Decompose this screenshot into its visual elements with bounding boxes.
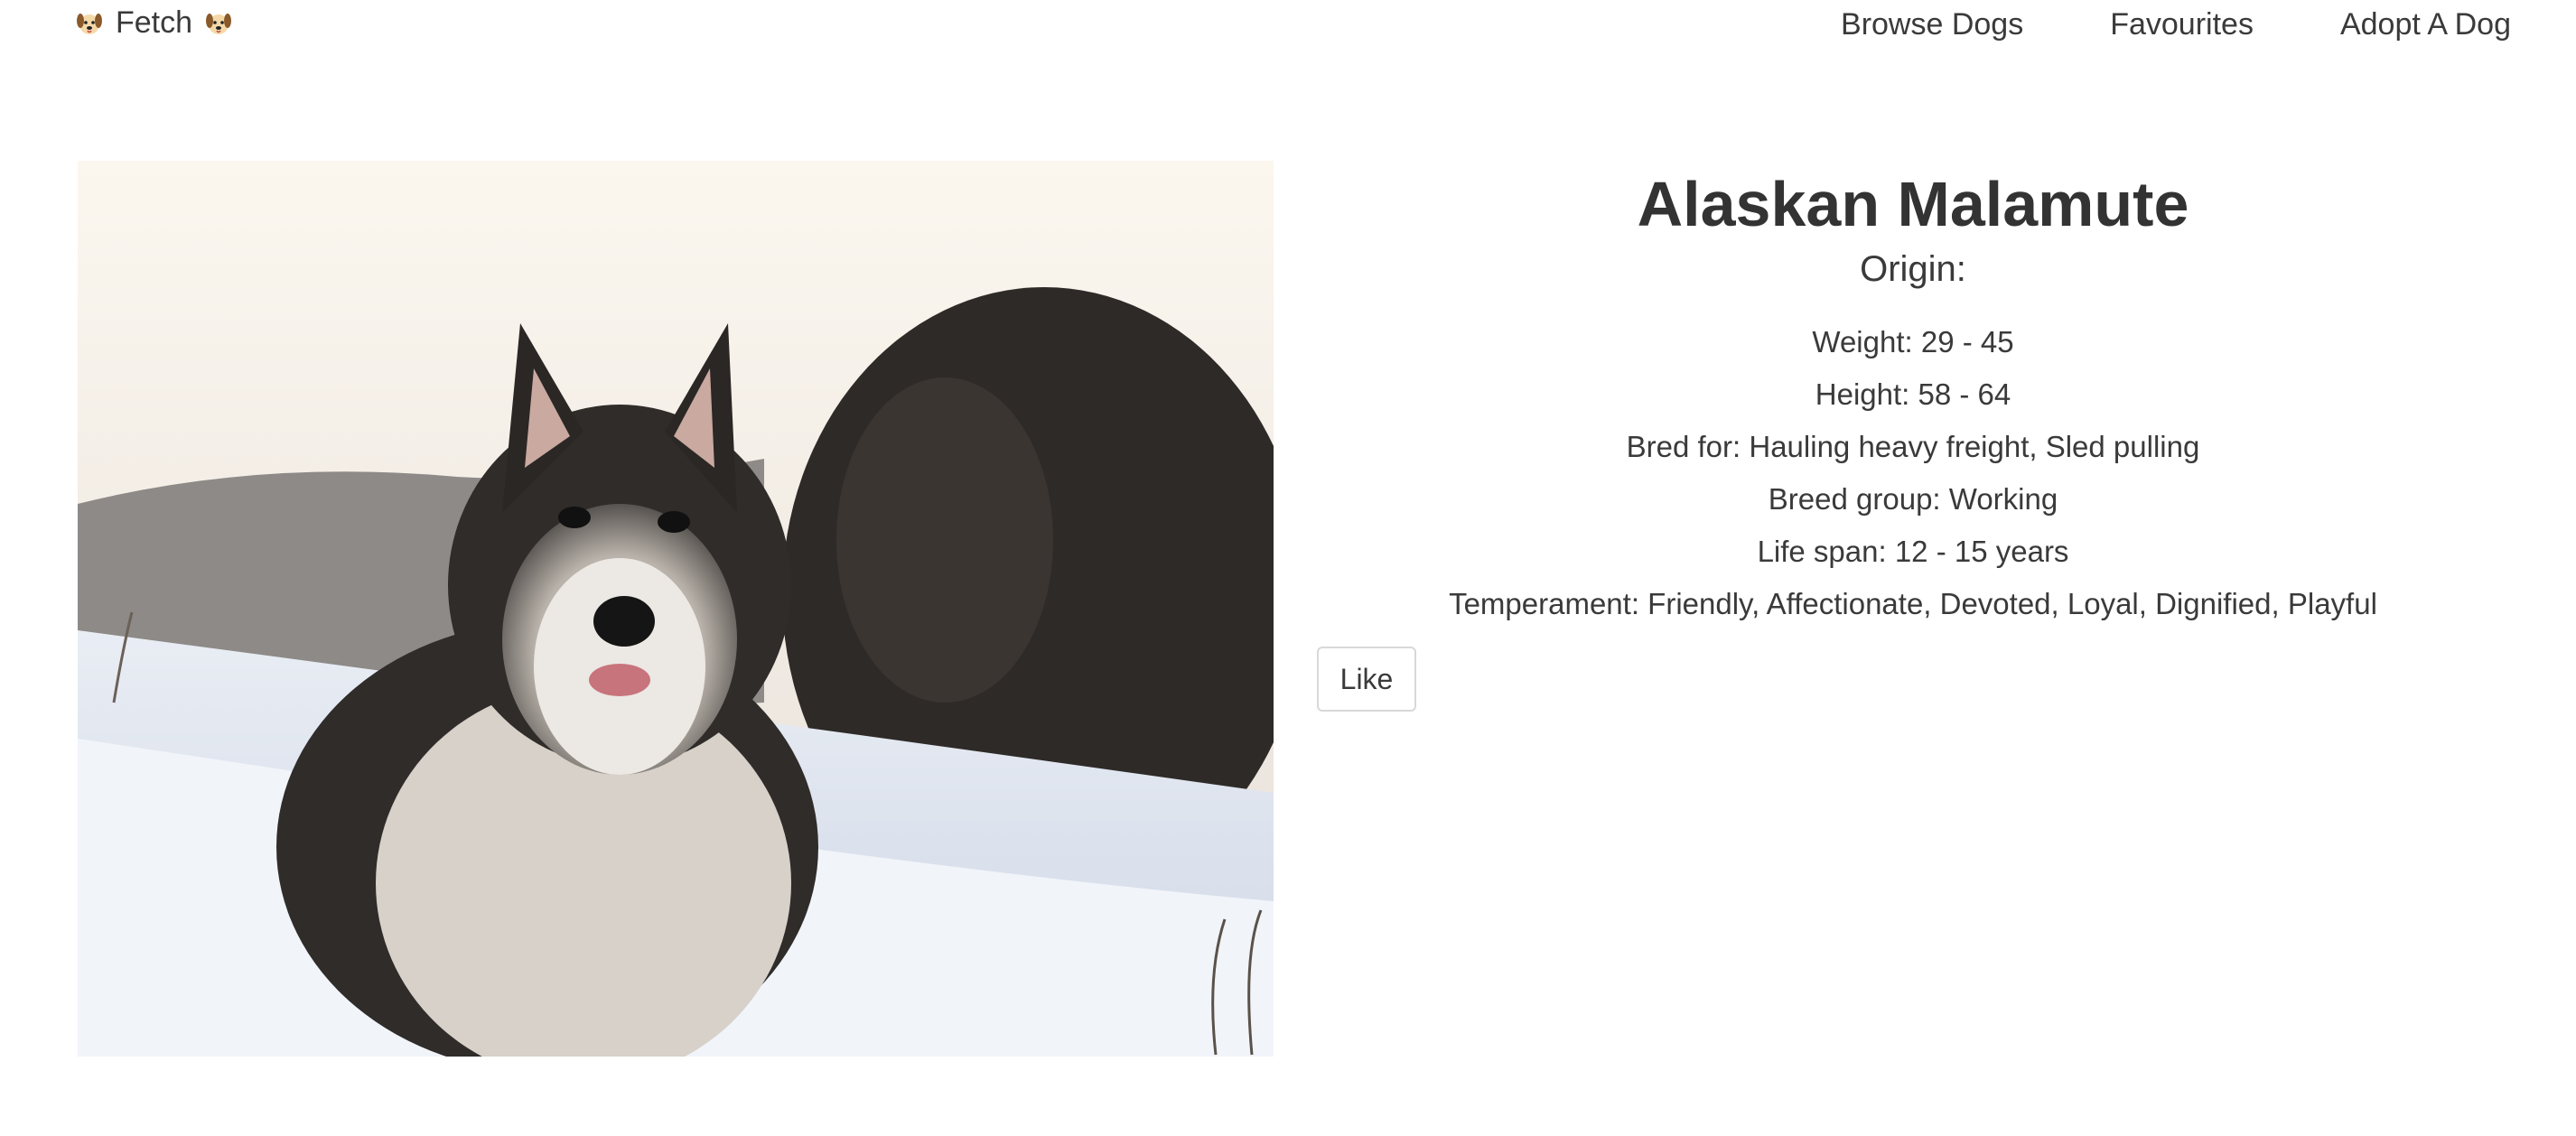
origin-label: Origin: [1860, 249, 1966, 289]
weight-text: Weight: 29 - 45 [1812, 325, 2014, 358]
brand-link[interactable]: Fetch [76, 5, 232, 41]
temperament-text: Temperament: Friendly, Affectionate, Dev… [1449, 587, 2377, 620]
nav-link-favourites[interactable]: Favourites [2110, 7, 2254, 42]
dog-face-icon [205, 10, 232, 37]
like-button[interactable]: Like [1317, 647, 1416, 712]
dog-face-icon [76, 10, 103, 37]
nav-link-browse-dogs[interactable]: Browse Dogs [1841, 7, 2023, 42]
dog-facts-list: Weight: 29 - 45 Height: 58 - 64 Bred for… [1427, 316, 2399, 630]
height-text: Height: 58 - 64 [1815, 377, 2011, 411]
breed-name: Alaskan Malamute [1637, 169, 2189, 239]
life-span-text: Life span: 12 - 15 years [1757, 535, 2069, 568]
dog-details: Alaskan Malamute Origin: Weight: 29 - 45… [1427, 163, 2399, 630]
top-navbar: Fetch Browse Dogs Favourites Adopt A Dog [0, 0, 2576, 54]
nav-link-adopt-a-dog[interactable]: Adopt A Dog [2340, 7, 2511, 42]
nav-links: Browse Dogs Favourites Adopt A Dog [1841, 7, 2511, 42]
brand-label: Fetch [116, 5, 193, 40]
dog-photo [78, 161, 1274, 1057]
breed-group-text: Breed group: Working [1768, 482, 2058, 516]
bred-for-text: Bred for: Hauling heavy freight, Sled pu… [1626, 430, 2200, 463]
